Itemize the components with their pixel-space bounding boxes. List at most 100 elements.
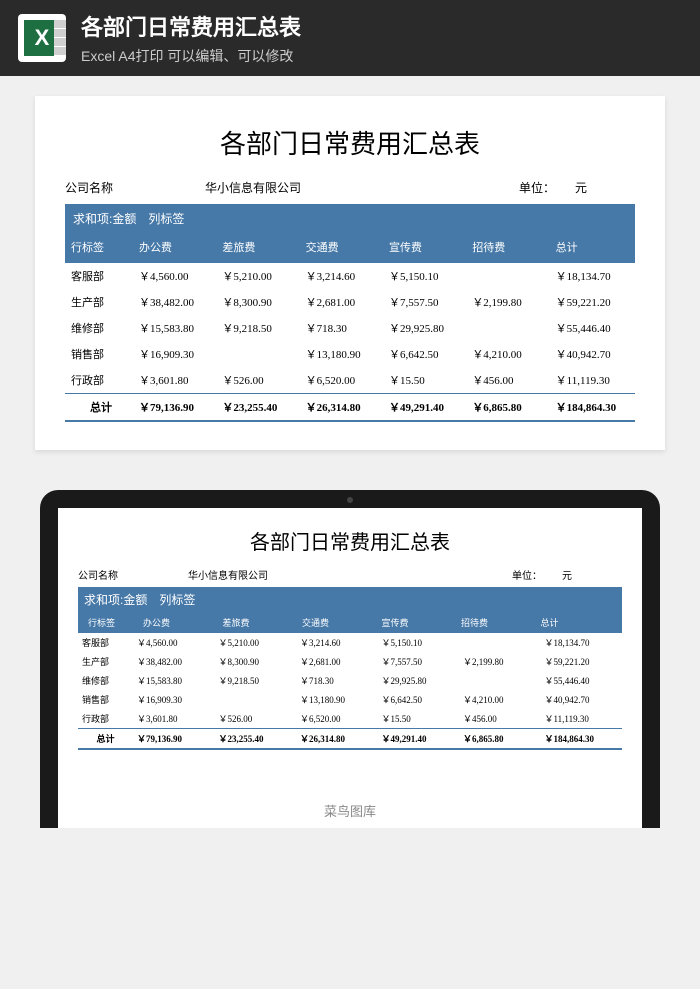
table-cell: ￥16,909.30 <box>133 693 215 706</box>
row-label: 客服部 <box>78 636 133 649</box>
column-headers-row: 行标签 办公费 差旅费 交通费 宣传费 招待费 总计 <box>78 612 622 633</box>
table-cell: ￥6,642.50 <box>378 693 460 706</box>
table-cell: ￥29,925.80 <box>385 320 468 336</box>
table-cell: ￥3,601.80 <box>133 712 215 725</box>
table-row: 销售部￥16,909.30￥13,180.90￥6,642.50￥4,210.0… <box>65 341 635 367</box>
table-cell: ￥6,520.00 <box>302 372 385 388</box>
table-row: 行政部￥3,601.80￥526.00￥6,520.00￥15.50￥456.0… <box>78 709 622 728</box>
total-cell: ￥23,255.40 <box>218 399 301 415</box>
page-header: X 各部门日常费用汇总表 Excel A4打印 可以编辑、可以修改 <box>0 0 700 76</box>
table-cell: ￥9,218.50 <box>218 320 301 336</box>
table-cell: ￥4,560.00 <box>135 268 218 284</box>
total-label: 总计 <box>78 732 133 745</box>
col-header: 交通费 <box>298 616 378 629</box>
row-label: 行政部 <box>78 712 133 725</box>
table-row: 行政部￥3,601.80￥526.00￥6,520.00￥15.50￥456.0… <box>65 367 635 393</box>
company-label: 公司名称 <box>65 179 205 196</box>
table-cell: ￥5,150.10 <box>385 268 468 284</box>
table-cell: ￥29,925.80 <box>378 674 460 687</box>
table-cell: ￥40,942.70 <box>552 346 635 362</box>
table-cell: ￥9,218.50 <box>215 674 297 687</box>
row-label: 行政部 <box>65 372 135 388</box>
pivot-header-row: 求和项:金额 列标签 <box>78 587 622 612</box>
header-text-block: 各部门日常费用汇总表 Excel A4打印 可以编辑、可以修改 <box>81 10 301 66</box>
table-total-row: 总计 ￥79,136.90 ￥23,255.40 ￥26,314.80 ￥49,… <box>78 728 622 750</box>
header-subtitle: Excel A4打印 可以编辑、可以修改 <box>81 46 301 66</box>
document-meta-row: 公司名称 华小信息有限公司 单位： 元 <box>78 567 622 582</box>
column-headers-row: 行标签 办公费 差旅费 交通费 宣传费 招待费 总计 <box>65 233 635 263</box>
table-cell: ￥3,214.60 <box>296 636 378 649</box>
col-header: 交通费 <box>302 239 385 255</box>
table-cell: ￥8,300.90 <box>218 294 301 310</box>
table-cell: ￥15.50 <box>378 712 460 725</box>
laptop-mockup: 各部门日常费用汇总表 公司名称 华小信息有限公司 单位： 元 求和项:金额 列标… <box>0 490 700 828</box>
row-label: 销售部 <box>78 693 133 706</box>
col-header: 总计 <box>552 239 635 255</box>
table-cell: ￥59,221.20 <box>552 294 635 310</box>
table-cell: ￥38,482.00 <box>133 655 215 668</box>
table-cell: ￥59,221.20 <box>541 655 623 668</box>
document-meta-row: 公司名称 华小信息有限公司 单位： 元 <box>65 179 635 196</box>
table-cell: ￥4,210.00 <box>459 693 541 706</box>
table-cell: ￥38,482.00 <box>135 294 218 310</box>
table-cell: ￥15,583.80 <box>135 320 218 336</box>
total-cell: ￥184,864.30 <box>552 399 635 415</box>
table-body: 客服部￥4,560.00￥5,210.00￥3,214.60￥5,150.10 ￥… <box>78 633 622 728</box>
excel-icon: X <box>18 14 66 62</box>
table-row: 生产部￥38,482.00￥8,300.90￥2,681.00￥7,557.50… <box>78 652 622 671</box>
table-row: 客服部￥4,560.00￥5,210.00￥3,214.60￥5,150.10￥… <box>65 263 635 289</box>
table-row: 客服部￥4,560.00￥5,210.00￥3,214.60￥5,150.10￥… <box>78 633 622 652</box>
col-header: 总计 <box>537 616 617 629</box>
table-cell: ￥8,300.90 <box>215 655 297 668</box>
header-title: 各部门日常费用汇总表 <box>81 10 301 42</box>
table-cell: ￥5,150.10 <box>378 636 460 649</box>
row-label-header: 行标签 <box>65 239 135 255</box>
company-label: 公司名称 <box>78 567 188 582</box>
table-total-row: 总计 ￥79,136.90 ￥23,255.40 ￥26,314.80 ￥49,… <box>65 393 635 422</box>
document-title: 各部门日常费用汇总表 <box>65 124 635 161</box>
table-cell: ￥5,210.00 <box>218 268 301 284</box>
col-header: 办公费 <box>139 616 219 629</box>
table-cell: ￥3,214.60 <box>302 268 385 284</box>
company-name: 华小信息有限公司 <box>188 567 482 582</box>
total-cell: ￥26,314.80 <box>296 732 378 745</box>
table-cell: ￥7,557.50 <box>378 655 460 668</box>
pivot-measure: 求和项:金额 <box>73 210 136 227</box>
row-label: 生产部 <box>65 294 135 310</box>
table-cell: ￥4,560.00 <box>133 636 215 649</box>
table-cell: ￥18,134.70 <box>552 268 635 284</box>
table-cell: ￥526.00 <box>215 712 297 725</box>
laptop-frame: 各部门日常费用汇总表 公司名称 华小信息有限公司 单位： 元 求和项:金额 列标… <box>40 490 660 828</box>
col-header: 招待费 <box>457 616 537 629</box>
company-name: 华小信息有限公司 <box>205 179 495 196</box>
table-cell: ￥526.00 <box>218 372 301 388</box>
table-cell: ￥55,446.40 <box>552 320 635 336</box>
table-cell: ￥5,210.00 <box>215 636 297 649</box>
table-cell: ￥15,583.80 <box>133 674 215 687</box>
table-cell: ￥456.00 <box>459 712 541 725</box>
col-header: 宣传费 <box>385 239 468 255</box>
row-label: 生产部 <box>78 655 133 668</box>
total-cell: ￥23,255.40 <box>215 732 297 745</box>
total-label: 总计 <box>65 399 135 415</box>
unit-label: 单位： <box>495 179 575 196</box>
table-cell: ￥3,601.80 <box>135 372 218 388</box>
table-cell: ￥40,942.70 <box>541 693 623 706</box>
table-cell: ￥11,119.30 <box>541 712 623 725</box>
row-label: 维修部 <box>65 320 135 336</box>
table-cell: ￥13,180.90 <box>296 693 378 706</box>
table-cell: ￥2,199.80 <box>459 655 541 668</box>
row-label-header: 行标签 <box>84 616 139 629</box>
table-cell: ￥4,210.00 <box>468 346 551 362</box>
unit-label: 单位： <box>482 567 562 582</box>
row-label: 销售部 <box>65 346 135 362</box>
table-cell: ￥11,119.30 <box>552 372 635 388</box>
table-cell: ￥2,199.80 <box>468 294 551 310</box>
document-preview-card: 各部门日常费用汇总表 公司名称 华小信息有限公司 单位： 元 求和项:金额 列标… <box>35 96 665 450</box>
row-label: 维修部 <box>78 674 133 687</box>
pivot-col-label: 列标签 <box>159 591 195 608</box>
unit-value: 元 <box>575 179 635 196</box>
table-row: 维修部￥15,583.80￥9,218.50￥718.30￥29,925.80￥… <box>65 315 635 341</box>
table-cell: ￥718.30 <box>296 674 378 687</box>
total-cell: ￥6,865.80 <box>459 732 541 745</box>
